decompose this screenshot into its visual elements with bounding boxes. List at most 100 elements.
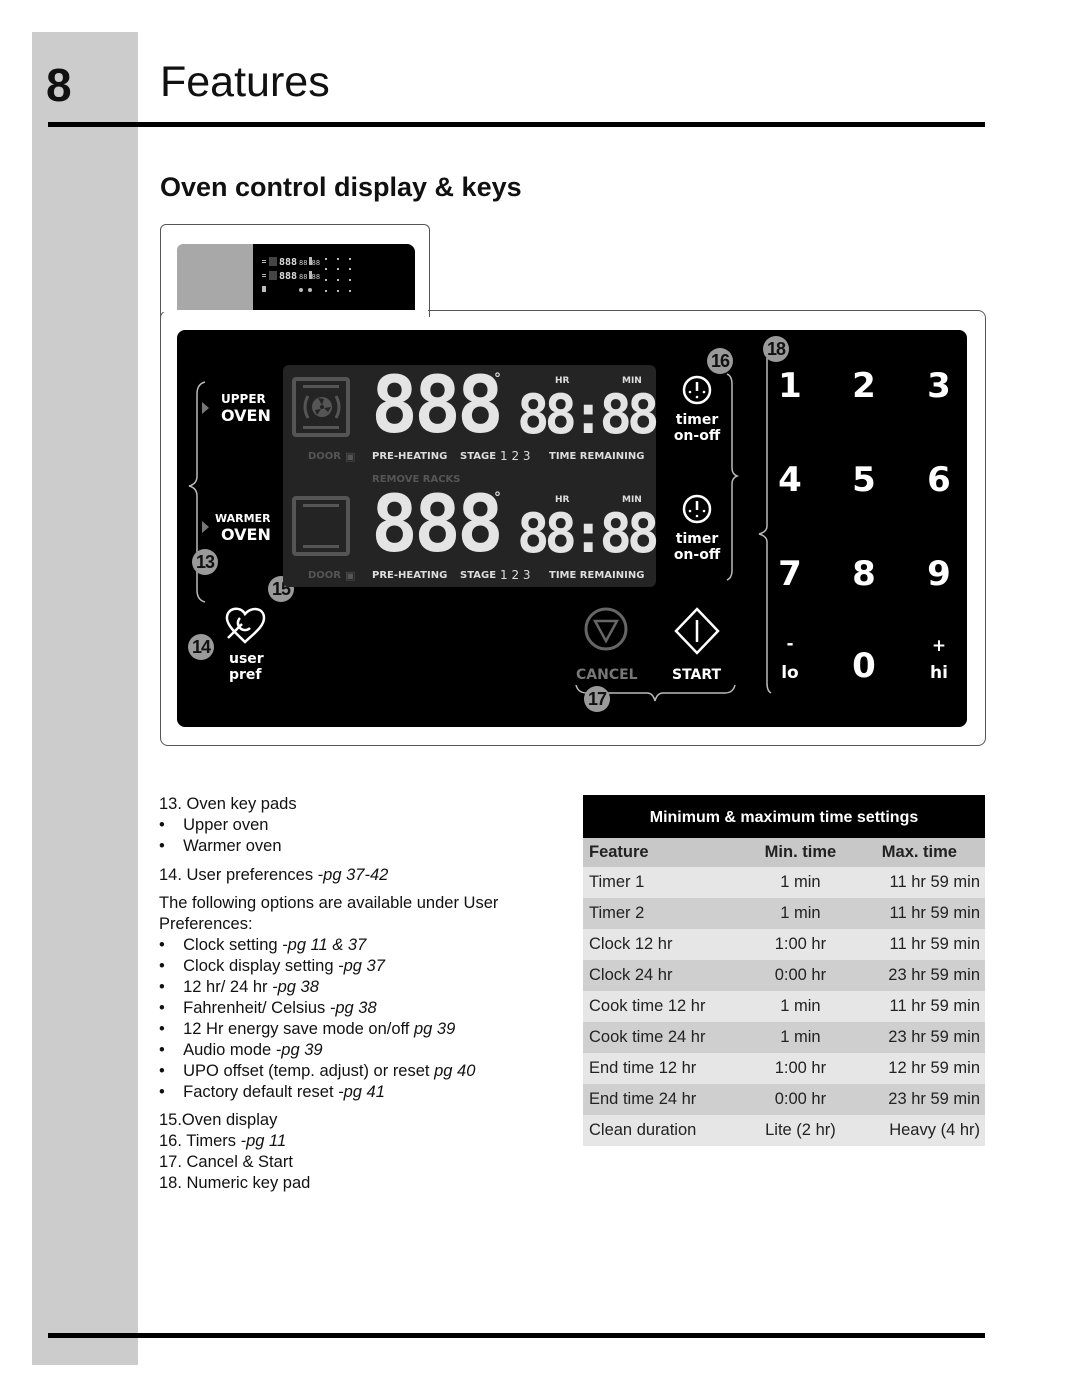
- wrench-heart-icon: [225, 607, 266, 644]
- upper-preheating-label: PRE-HEATING: [372, 451, 448, 462]
- warmer-timer-key[interactable]: timer on-off: [667, 493, 727, 568]
- warmer-stage-numbers: 1 2 3: [500, 568, 531, 582]
- chapter-side-tab: [32, 32, 138, 1365]
- chapter-title: Features: [160, 58, 330, 106]
- feature-cell: Clean duration: [583, 1115, 748, 1146]
- key-2[interactable]: 2: [844, 366, 884, 406]
- keypad-brace: [758, 358, 772, 694]
- timer-icon: [682, 375, 712, 405]
- header-rule: [48, 122, 985, 127]
- min-time-cell: 1:00 hr: [747, 929, 854, 960]
- upper-stage-label: STAGE: [460, 451, 497, 462]
- key-6[interactable]: 6: [919, 460, 959, 500]
- user-pref-key[interactable]: user pref: [217, 606, 277, 686]
- key-7[interactable]: 7: [770, 554, 810, 594]
- feature-cell: Cook time 12 hr: [583, 991, 748, 1022]
- max-time-cell: 11 hr 59 min: [853, 898, 985, 929]
- key-1[interactable]: 1: [770, 366, 810, 406]
- panel-thumbnail: 888 888 88:88 88:88: [253, 244, 415, 310]
- start-icon: [674, 607, 720, 655]
- user-pref-label-2: pref: [229, 667, 262, 683]
- upper-oven-indicator-icon: [202, 402, 209, 414]
- warmer-time-remaining-label: TIME REMAINING: [549, 570, 645, 581]
- warmer-door-label: DOOR: [308, 570, 342, 581]
- table-row: Clean duration Lite (2 hr) Heavy (4 hr): [583, 1115, 985, 1146]
- upper-temp-readout: 888: [371, 361, 504, 451]
- table-row: End time 12 hr 1:00 hr 12 hr 59 min: [583, 1053, 985, 1084]
- legend-item-18: 18. Numeric key pad: [159, 1174, 311, 1192]
- user-pref-label-1: user: [229, 651, 264, 667]
- warmer-oven-key[interactable]: WARMER OVEN: [215, 512, 271, 544]
- max-time-cell: 23 hr 59 min: [853, 1022, 985, 1053]
- max-time-cell: 23 hr 59 min: [853, 960, 985, 991]
- feature-cell: Timer 1: [583, 867, 748, 898]
- legend-intro-2: Preferences:: [159, 915, 253, 933]
- upper-oven-icon: [292, 377, 350, 437]
- column-header: Min. time: [747, 838, 854, 867]
- warmer-oven-icon: [292, 496, 350, 556]
- table-row: Clock 12 hr 1:00 hr 11 hr 59 min: [583, 929, 985, 960]
- warmer-oven-indicator-icon: [202, 521, 209, 533]
- table-row: Timer 11 min 11 hr 59 min: [583, 867, 985, 898]
- callout-13: 13: [192, 549, 218, 575]
- feature-cell: Cook time 24 hr: [583, 1022, 748, 1053]
- max-time-cell: 11 hr 59 min: [853, 991, 985, 1022]
- oven-control-panel: UPPER OVEN WARMER OVEN 13 1 5 user pref 1…: [177, 330, 967, 727]
- key-0[interactable]: 0: [844, 646, 884, 686]
- min-time-cell: 1 min: [747, 1022, 854, 1053]
- max-time-cell: 12 hr 59 min: [853, 1053, 985, 1084]
- key-9[interactable]: 9: [919, 554, 959, 594]
- section-title: Oven control display & keys: [160, 172, 522, 202]
- warmer-temp-readout: 888: [371, 480, 504, 570]
- chapter-number: 8: [46, 59, 72, 111]
- user-pref-option: • UPO offset (temp. adjust) or reset pg …: [159, 1062, 476, 1080]
- panel-thumbnail-housing: [177, 244, 254, 310]
- legend-bullet: • Upper oven: [159, 816, 269, 834]
- feature-cell: End time 12 hr: [583, 1053, 748, 1084]
- legend-item-15: 15.Oven display: [159, 1111, 278, 1129]
- upper-stage-numbers: 1 2 3: [500, 449, 531, 463]
- hi-key-sign: +: [931, 636, 947, 656]
- callout-14: 14: [188, 634, 214, 660]
- upper-oven-key[interactable]: UPPER OVEN: [221, 392, 271, 425]
- timer-label-1: timer: [675, 412, 719, 428]
- footer-rule: [48, 1333, 985, 1338]
- legend-item-13: 13. Oven key pads: [159, 795, 297, 813]
- warmer-time-readout: 88:88: [517, 502, 660, 565]
- key-5[interactable]: 5: [844, 460, 884, 500]
- legend-item-17: 17. Cancel & Start: [159, 1153, 293, 1171]
- upper-timer-key[interactable]: timer on-off: [667, 374, 727, 449]
- table-row: End time 24 hr 0:00 hr 23 hr 59 min: [583, 1084, 985, 1115]
- feature-cell: Clock 24 hr: [583, 960, 748, 991]
- hi-key[interactable]: hi: [924, 663, 954, 683]
- lo-key[interactable]: lo: [775, 663, 805, 683]
- min-time-cell: 1 min: [747, 867, 854, 898]
- start-button[interactable]: START: [663, 606, 729, 686]
- upper-degree-symbol: °: [494, 371, 501, 387]
- svg-text:888: 888: [279, 257, 297, 268]
- callout-18: 18: [763, 336, 789, 362]
- feature-cell: Clock 12 hr: [583, 929, 748, 960]
- callout-17: 17: [584, 686, 610, 712]
- cancel-label: CANCEL: [576, 667, 638, 683]
- feature-cell: End time 24 hr: [583, 1084, 748, 1115]
- table-row: Clock 24 hr 0:00 hr 23 hr 59 min: [583, 960, 985, 991]
- key-3[interactable]: 3: [919, 366, 959, 406]
- key-4[interactable]: 4: [770, 460, 810, 500]
- start-label: START: [672, 667, 722, 683]
- warmer-preheating-label: PRE-HEATING: [372, 570, 448, 581]
- cancel-button[interactable]: CANCEL: [572, 606, 638, 686]
- user-pref-option: • Clock setting -pg 11 & 37: [159, 936, 367, 954]
- warmer-door-lock-icon: ▣: [345, 569, 356, 582]
- max-time-cell: Heavy (4 hr): [853, 1115, 985, 1146]
- table-row: Timer 21 min 11 hr 59 min: [583, 898, 985, 929]
- key-8[interactable]: 8: [844, 554, 884, 594]
- max-time-cell: 23 hr 59 min: [853, 1084, 985, 1115]
- lo-key-sign: -: [786, 634, 794, 654]
- max-time-cell: 11 hr 59 min: [853, 929, 985, 960]
- user-pref-option: • Audio mode -pg 39: [159, 1041, 323, 1059]
- table-row: Cook time 12 hr 1 min 11 hr 59 min: [583, 991, 985, 1022]
- user-pref-option: • Fahrenheit/ Celsius -pg 38: [159, 999, 377, 1017]
- feature-cell: Timer 2: [583, 898, 748, 929]
- user-pref-option: • Clock display setting -pg 37: [159, 957, 385, 975]
